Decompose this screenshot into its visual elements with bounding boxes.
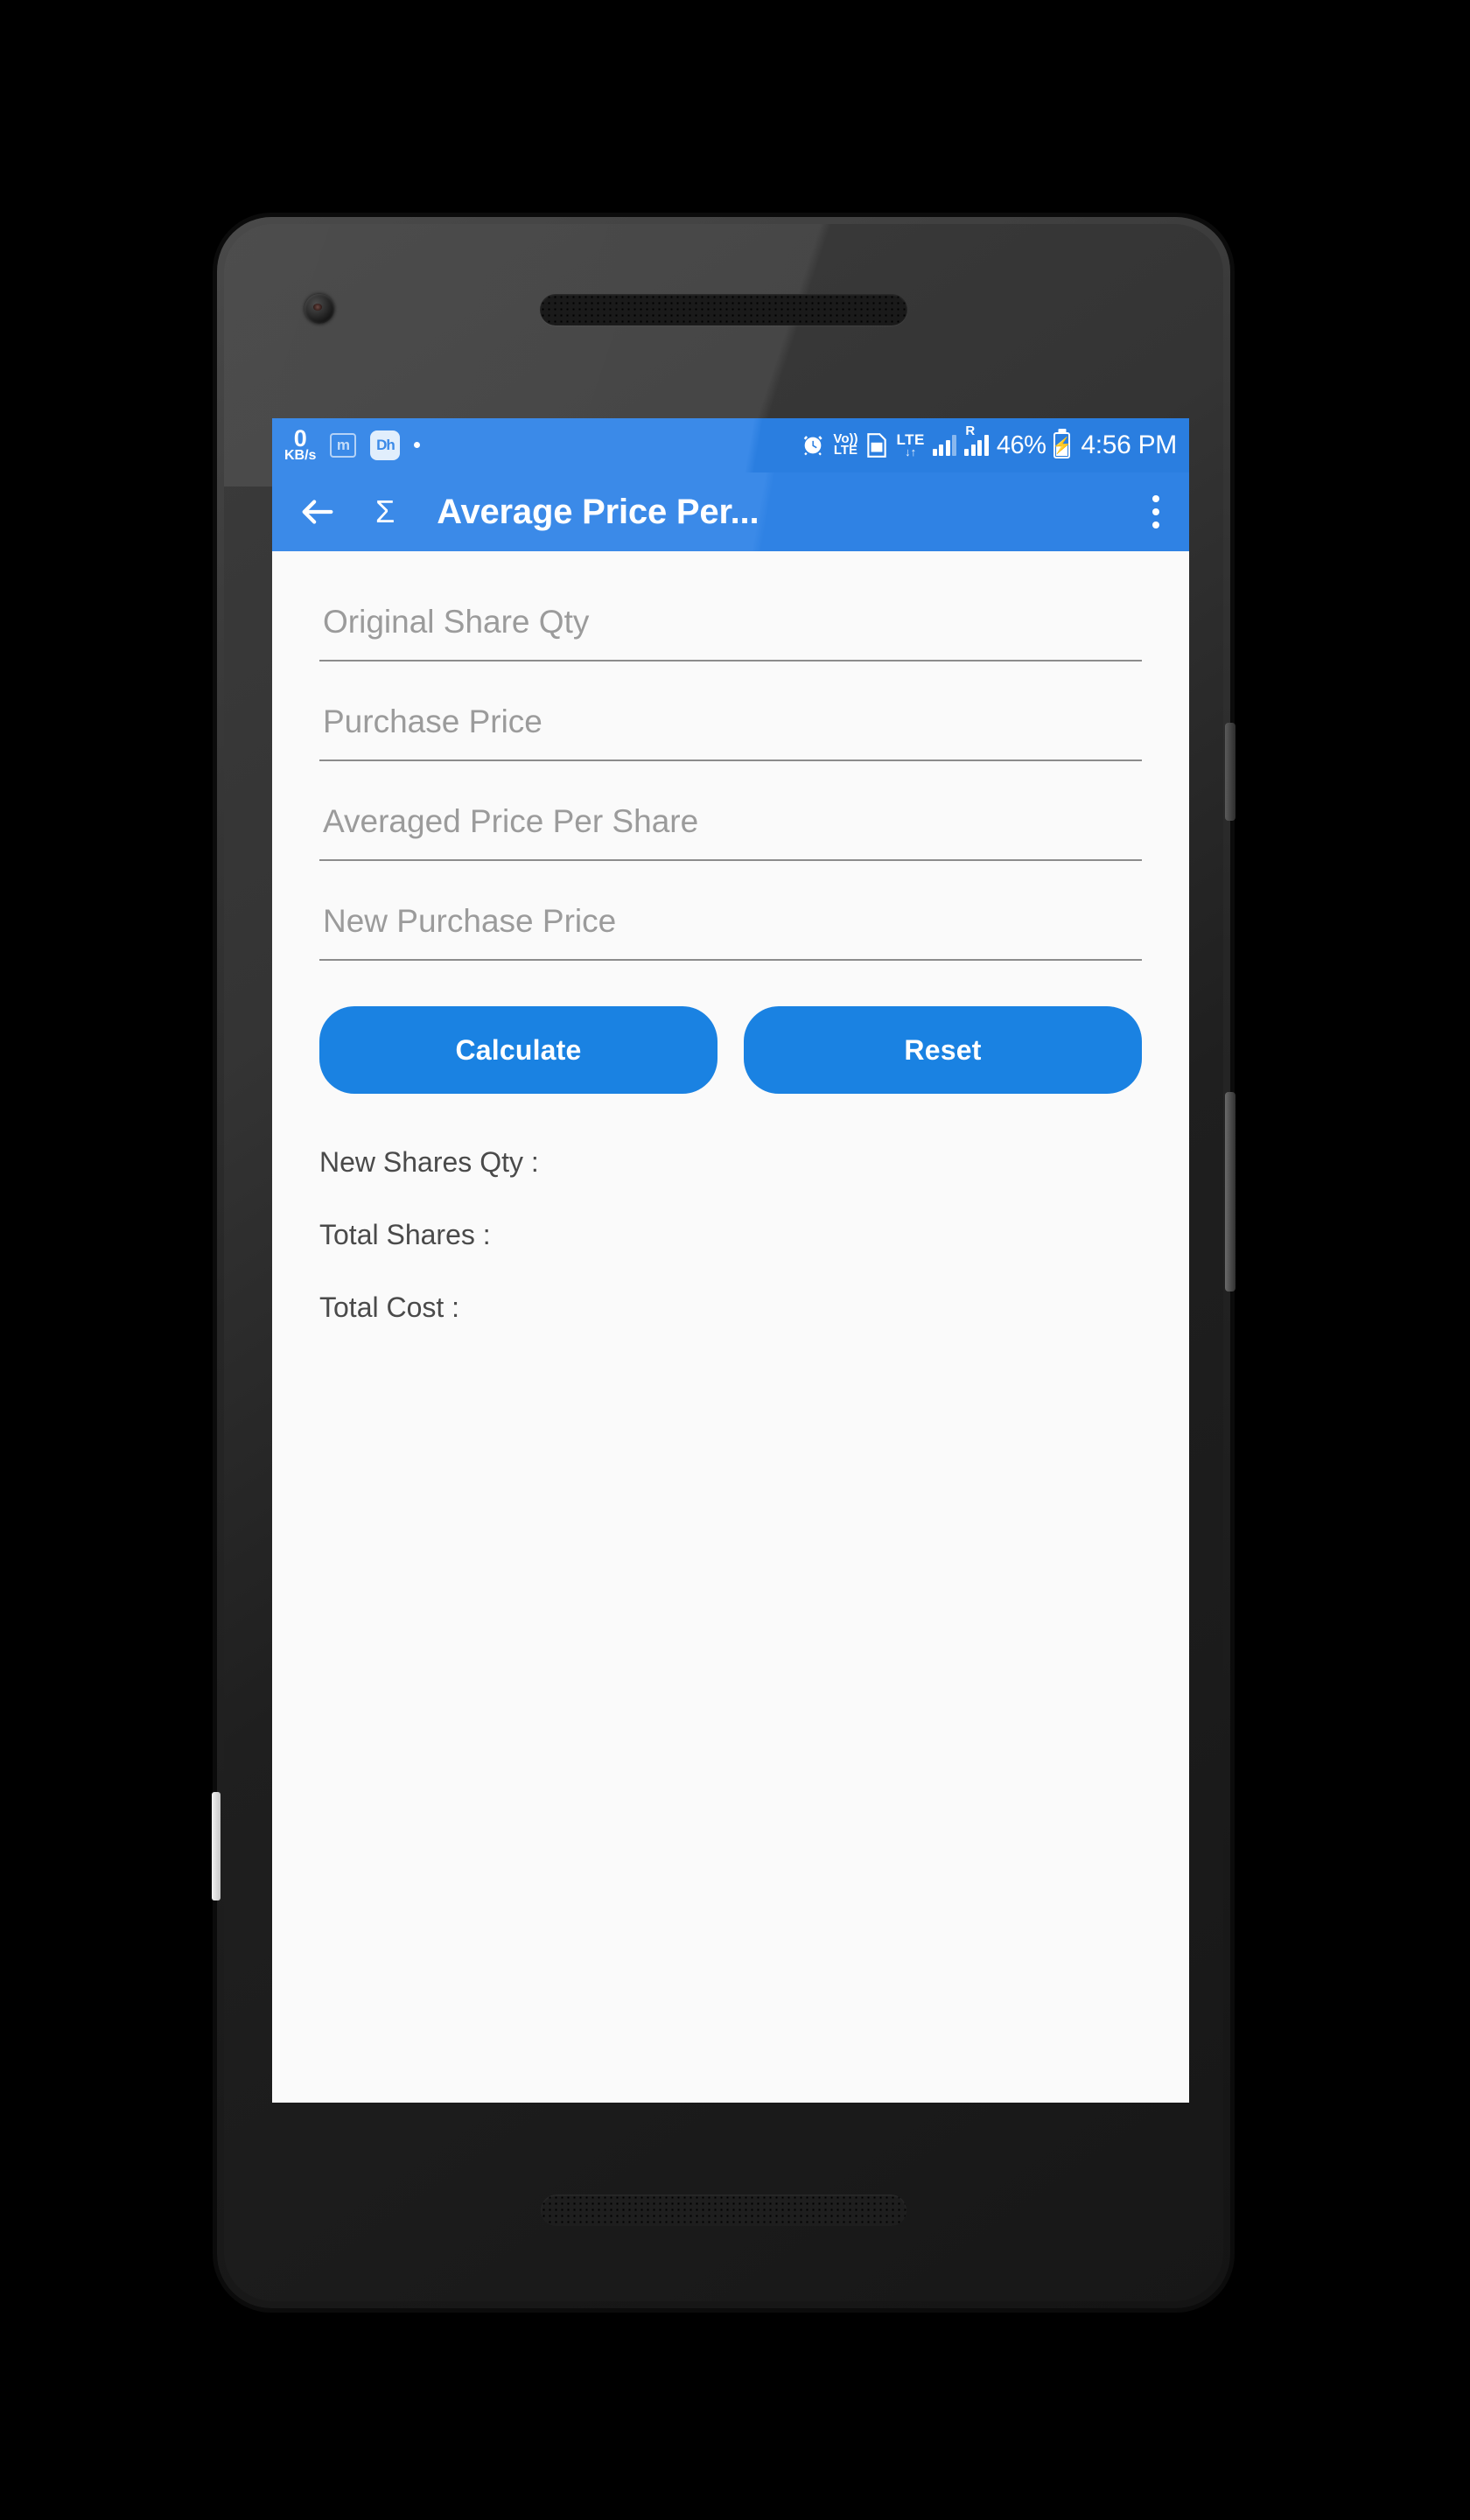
data-rate-value: 0 [293,425,307,452]
results-section: New Shares Qty : Total Shares : Total Co… [319,1146,1142,1324]
volume-rocker-button[interactable] [1225,1092,1236,1292]
sim-card-icon [865,432,888,458]
notification-icon-m: m [330,432,357,458]
phone-device: 0 KB/s m Dh Vo)) LTE LTE ↓↑ R 46% ⚡ 4:56… [212,217,1236,2308]
field-averaged-price-per-share [319,800,1142,861]
result-label: Total Cost : [319,1292,460,1323]
battery-percent-label: 46% [996,430,1046,459]
power-button[interactable] [1225,723,1236,821]
reset-button[interactable]: Reset [744,1006,1142,1094]
page-title: Average Price Per... [437,492,760,531]
alarm-icon [801,433,825,458]
data-rate-unit: KB/s [284,448,317,464]
earpiece-speaker-grille [540,294,907,326]
notification-icon-dh: Dh [370,430,401,460]
status-bar-right: Vo)) LTE LTE ↓↑ R 46% ⚡ 4:56 PM [801,424,1177,460]
data-rate-indicator: 0 KB/s [284,425,317,464]
action-buttons: Calculate Reset [319,1006,1142,1094]
back-arrow-icon[interactable] [297,491,339,533]
result-row-total-shares: Total Shares : [319,1219,1142,1251]
signal-strength-icon-sim1 [932,435,957,456]
phone-bezel: 0 KB/s m Dh Vo)) LTE LTE ↓↑ R 46% ⚡ 4:56… [224,224,1223,2301]
field-purchase-price [319,700,1142,761]
volte-bottom-label: LTE [833,443,858,458]
roaming-label: R [965,424,976,438]
volte-icon: Vo)) LTE [833,432,858,458]
app-bar: Σ Average Price Per... [272,472,1189,551]
data-arrows-icon: ↓↑ [905,444,917,458]
phone-screen: 0 KB/s m Dh Vo)) LTE LTE ↓↑ R 46% ⚡ 4:56… [272,418,1189,2103]
original-share-qty-input[interactable] [319,600,1142,662]
status-bar: 0 KB/s m Dh Vo)) LTE LTE ↓↑ R 46% ⚡ 4:56… [272,418,1189,472]
signal-strength-icon-sim2: R [964,424,989,456]
overflow-menu-icon[interactable] [1144,488,1168,536]
front-camera-icon [304,294,334,324]
status-bar-left: 0 KB/s m Dh [284,425,421,464]
field-original-share-qty [319,600,1142,662]
notification-dot-icon [414,442,421,449]
screenshot-stage: 0 KB/s m Dh Vo)) LTE LTE ↓↑ R 46% ⚡ 4:56… [0,0,1470,2520]
bottom-speaker-grille [541,2194,906,2226]
result-row-new-shares-qty: New Shares Qty : [319,1146,1142,1179]
form-body: Calculate Reset New Shares Qty : Total S… [272,551,1189,2103]
status-bar-clock: 4:56 PM [1081,430,1177,459]
result-row-total-cost: Total Cost : [319,1292,1142,1324]
sigma-icon: Σ [375,494,396,529]
field-new-purchase-price [319,900,1142,961]
sim-tray[interactable] [212,1792,220,1900]
new-purchase-price-input[interactable] [319,900,1142,961]
battery-charging-icon: ⚡ [1053,432,1072,458]
averaged-price-per-share-input[interactable] [319,800,1142,861]
result-label: New Shares Qty : [319,1146,539,1178]
result-label: Total Shares : [319,1219,491,1250]
calculate-button[interactable]: Calculate [319,1006,718,1094]
network-type-icon: LTE ↓↑ [896,432,924,458]
purchase-price-input[interactable] [319,700,1142,761]
